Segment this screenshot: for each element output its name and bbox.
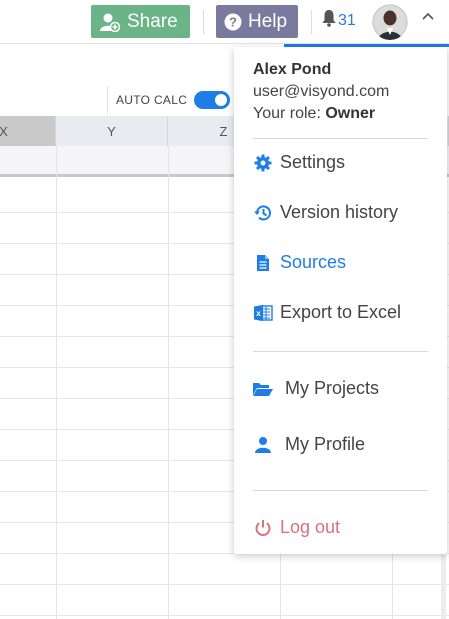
power-icon	[252, 519, 274, 537]
menu-item-export-excel[interactable]: x Export to Excel	[252, 302, 401, 323]
divider	[311, 10, 312, 34]
user-name: Alex Pond	[253, 61, 332, 78]
grid-line	[168, 146, 169, 619]
user-email: user@visyond.com	[253, 83, 390, 100]
user-icon	[252, 436, 274, 454]
excel-icon: x	[252, 304, 274, 322]
column-header-y[interactable]: Y	[56, 116, 168, 146]
menu-item-logout[interactable]: Log out	[252, 517, 340, 538]
divider	[253, 138, 428, 139]
share-label: Share	[127, 10, 178, 32]
user-role: Your role: Owner	[253, 105, 376, 122]
share-button[interactable]: Share	[91, 5, 190, 38]
divider	[253, 351, 428, 352]
help-button[interactable]: ? Help	[216, 5, 298, 38]
menu-item-my-profile[interactable]: My Profile	[252, 434, 365, 455]
top-bar: Share ? Help 31	[0, 0, 449, 44]
divider	[253, 490, 428, 491]
menu-item-settings[interactable]: Settings	[252, 152, 345, 173]
menu-item-label: Settings	[280, 152, 346, 172]
history-icon	[252, 204, 274, 222]
auto-calc-toggle[interactable]	[194, 91, 231, 109]
gear-icon	[252, 154, 274, 172]
svg-text:?: ?	[229, 14, 237, 29]
folder-open-icon	[252, 380, 274, 398]
help-icon: ?	[224, 13, 242, 31]
bell-icon	[322, 9, 336, 32]
menu-item-sources[interactable]: Sources	[252, 252, 346, 273]
auto-calc-label: AUTO CALC	[116, 93, 188, 107]
menu-item-label: My Projects	[285, 378, 380, 398]
menu-item-label: Log out	[280, 517, 341, 537]
notifications-button[interactable]: 31	[322, 9, 356, 32]
grid-line	[56, 146, 57, 619]
menu-item-label: Version history	[280, 202, 399, 222]
svg-text:x: x	[256, 309, 261, 318]
menu-item-version-history[interactable]: Version history	[252, 202, 398, 223]
table-row	[0, 585, 449, 616]
chevron-up-icon[interactable]	[421, 10, 435, 29]
role-value: Owner	[325, 105, 376, 122]
menu-item-label: Export to Excel	[280, 302, 402, 322]
menu-item-label: Sources	[280, 252, 347, 272]
avatar[interactable]	[372, 4, 408, 40]
divider	[203, 10, 204, 34]
table-row	[0, 554, 449, 585]
help-label: Help	[248, 10, 288, 32]
document-icon	[252, 254, 274, 272]
notification-count: 31	[338, 11, 356, 29]
column-header-x[interactable]: X	[0, 116, 56, 146]
menu-item-my-projects[interactable]: My Projects	[252, 378, 379, 399]
auto-calc-control[interactable]: AUTO CALC	[107, 86, 231, 114]
user-menu: Alex Pond user@visyond.com Your role: Ow…	[234, 47, 447, 554]
menu-item-label: My Profile	[285, 434, 366, 454]
add-user-icon	[99, 12, 121, 32]
